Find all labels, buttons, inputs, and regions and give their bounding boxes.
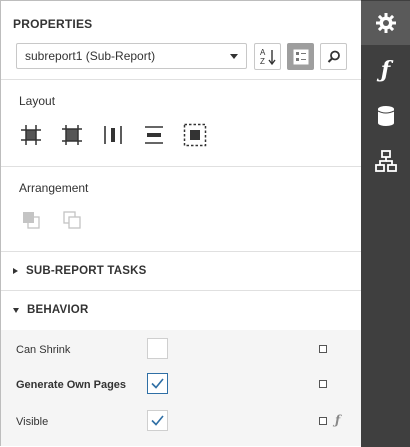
divider [1,166,361,167]
property-name: Can Shrink [16,344,71,356]
panel-title: PROPERTIES [13,17,93,31]
arrangement-label: Arrangement [19,181,89,195]
categorized-view-icon [293,49,308,64]
align-to-grid-button[interactable] [18,122,44,148]
property-name: Generate Own Pages [16,379,127,391]
checkmark-icon [151,378,164,389]
report-explorer-tab[interactable] [361,139,410,183]
align-to-grid-icon [21,125,41,145]
sort-alphabetical-icon: A Z [260,48,276,66]
chevron-down-icon [230,54,238,59]
behavior-header[interactable]: BEHAVIOR [13,304,88,316]
properties-panel: PROPERTIES subreport1 (Sub-Report) A Z L… [1,1,361,446]
chevron-down-icon [13,307,19,313]
side-rail: ƒ [361,0,410,447]
center-vertically-icon [145,126,163,144]
center-horizontally-button[interactable] [100,122,126,148]
component-select[interactable]: subreport1 (Sub-Report) [16,43,247,69]
behavior-properties: Can Shrink Generate Own Pages Visible ƒ [1,330,361,446]
center-vertically-button[interactable] [141,122,167,148]
divider [1,79,361,80]
svg-text:Z: Z [260,57,265,66]
generate-own-pages-checkbox[interactable] [147,373,168,394]
chevron-right-icon [13,268,18,274]
divider [1,251,361,252]
visible-checkbox[interactable] [147,410,168,431]
hierarchy-icon [374,150,397,172]
property-marker-icon[interactable] [319,417,327,425]
divider [1,290,361,291]
fit-bounds-button[interactable] [182,122,208,148]
send-to-back-button[interactable] [59,207,85,233]
gear-icon [375,13,396,33]
field-list-tab[interactable] [361,94,410,138]
component-select-value: subreport1 (Sub-Report) [25,49,156,63]
fit-bounds-icon [183,123,207,147]
property-row-can-shrink: Can Shrink [1,332,361,368]
send-to-back-icon [63,211,81,229]
sort-alphabetical-button[interactable]: A Z [254,43,281,70]
function-icon: ƒ [380,57,391,83]
sub-report-tasks-label: SUB-REPORT TASKS [26,265,147,277]
categorized-view-button[interactable] [287,43,314,70]
property-row-visible: Visible ƒ [1,404,361,440]
checkmark-icon [151,415,164,426]
sub-report-tasks-header[interactable]: SUB-REPORT TASKS [13,265,147,277]
search-icon [327,50,340,63]
size-to-grid-button[interactable] [59,122,85,148]
search-button[interactable] [320,43,347,70]
center-horizontally-icon [104,126,122,144]
database-icon [377,106,394,126]
property-marker-icon[interactable] [319,345,327,353]
property-row-generate-own-pages: Generate Own Pages [1,367,361,403]
layout-label: Layout [19,94,56,108]
bring-to-front-button[interactable] [18,207,44,233]
size-to-grid-icon [62,125,82,145]
expressions-tab[interactable]: ƒ [361,48,410,92]
behavior-label: BEHAVIOR [27,304,89,316]
properties-tab[interactable] [361,1,410,45]
property-marker-icon[interactable] [319,380,327,388]
property-name: Visible [16,416,49,428]
expression-function-icon[interactable]: ƒ [335,413,340,427]
bring-to-front-icon [23,212,40,229]
can-shrink-checkbox[interactable] [147,338,168,359]
svg-text:A: A [260,48,266,57]
